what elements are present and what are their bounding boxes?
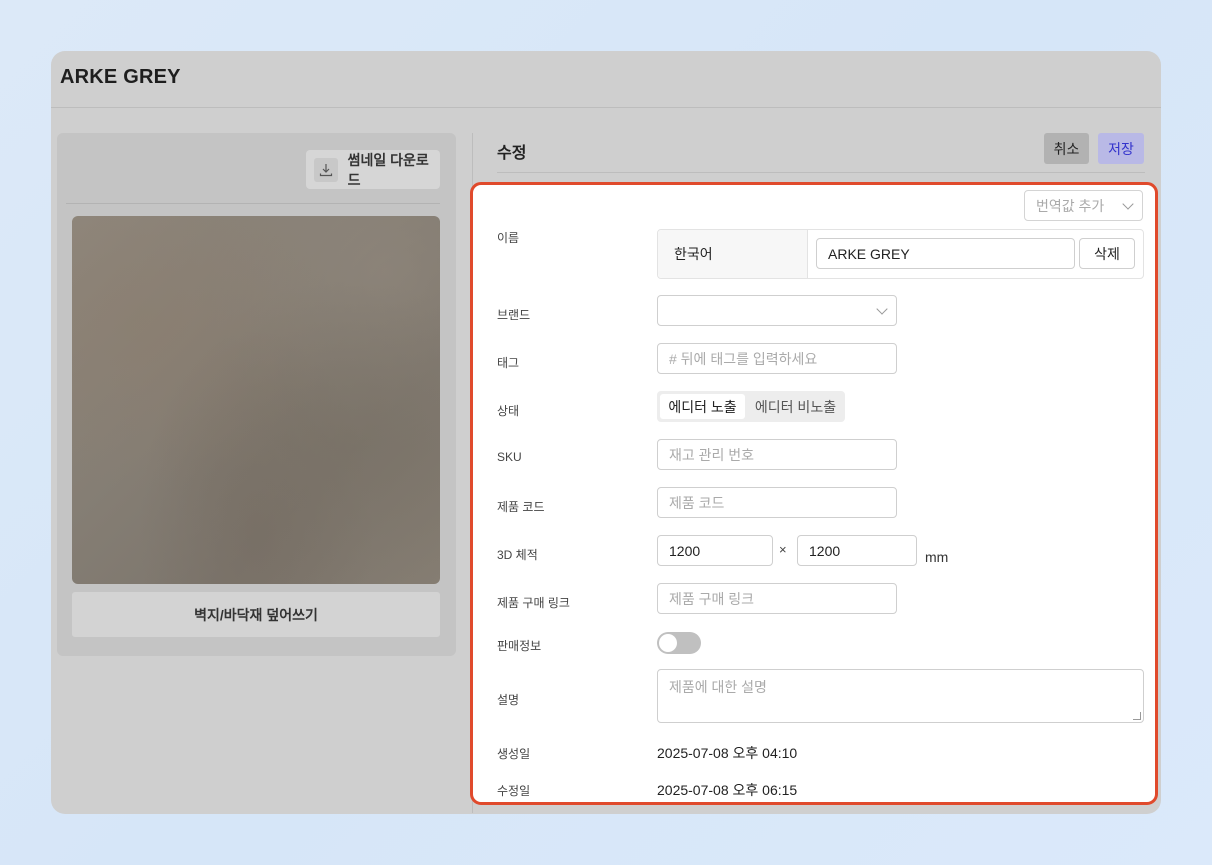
purchase-link-input[interactable]: 제품 구매 링크 [657, 583, 897, 614]
sku-label: SKU [497, 450, 522, 464]
thumbnail-download-button[interactable]: 썸네일 다운로드 [306, 150, 440, 189]
brand-select[interactable] [657, 295, 897, 326]
edit-section-title: 수정 [497, 145, 527, 162]
sales-info-toggle[interactable] [657, 632, 701, 654]
chevron-down-icon [876, 303, 888, 315]
name-language: 한국어 [658, 230, 808, 278]
edit-form-card: 번역값 추가 이름 한국어 ARKE GREY 삭제 브랜드 태그 # 뒤에 태… [470, 182, 1158, 805]
tag-input[interactable]: # 뒤에 태그를 입력하세요 [657, 343, 897, 374]
divider [497, 172, 1145, 173]
window-header: ARKE GREY [51, 51, 1161, 108]
product-code-input[interactable]: 제품 코드 [657, 487, 897, 518]
sku-input[interactable]: 재고 관리 번호 [657, 439, 897, 470]
add-translation-label: 번역값 추가 [1036, 197, 1105, 214]
chevron-down-icon [1122, 198, 1134, 210]
height-input[interactable]: 1200 [797, 535, 917, 566]
resize-handle-icon[interactable] [1133, 712, 1141, 720]
sales-info-label: 판매정보 [497, 639, 542, 653]
dimension-unit: mm [925, 549, 949, 565]
status-label: 상태 [497, 404, 520, 418]
modified-value: 2025-07-08 오후 06:15 [657, 782, 798, 798]
created-value: 2025-07-08 오후 04:10 [657, 745, 798, 761]
add-translation-select[interactable]: 번역값 추가 [1024, 190, 1143, 221]
description-placeholder: 제품에 대한 설명 [669, 679, 767, 695]
toggle-knob [659, 634, 677, 652]
name-input[interactable]: ARKE GREY [816, 238, 1075, 269]
thumbnail-download-label: 썸네일 다운로드 [347, 151, 429, 188]
name-label: 이름 [497, 231, 520, 245]
times-separator: × [779, 542, 787, 557]
width-input[interactable]: 1200 [657, 535, 773, 566]
description-textarea[interactable]: 제품에 대한 설명 [657, 669, 1144, 723]
divider [66, 203, 440, 204]
dimensions-label: 3D 체적 [497, 548, 538, 562]
tag-label: 태그 [497, 356, 520, 370]
status-option-visible[interactable]: 에디터 노출 [660, 394, 745, 419]
modified-label: 수정일 [497, 784, 531, 798]
product-code-label: 제품 코드 [497, 500, 545, 514]
save-button[interactable]: 저장 [1098, 133, 1144, 164]
overwrite-material-button[interactable]: 벽지/바닥재 덮어쓰기 [72, 592, 440, 637]
status-toggle-group: 에디터 노출 에디터 비노출 [657, 391, 845, 422]
download-icon [314, 157, 338, 182]
name-translation-row: 한국어 ARKE GREY 삭제 [657, 229, 1144, 279]
material-thumbnail-image [72, 216, 440, 584]
delete-translation-button[interactable]: 삭제 [1079, 238, 1135, 269]
status-option-hidden[interactable]: 에디터 비노출 [749, 394, 842, 419]
brand-label: 브랜드 [497, 308, 531, 322]
purchase-link-label: 제품 구매 링크 [497, 596, 570, 610]
cancel-button[interactable]: 취소 [1044, 133, 1089, 164]
description-label: 설명 [497, 693, 520, 707]
page-title: ARKE GREY [60, 66, 181, 88]
created-label: 생성일 [497, 747, 531, 761]
thumbnail-panel: 썸네일 다운로드 벽지/바닥재 덮어쓰기 [57, 133, 456, 656]
